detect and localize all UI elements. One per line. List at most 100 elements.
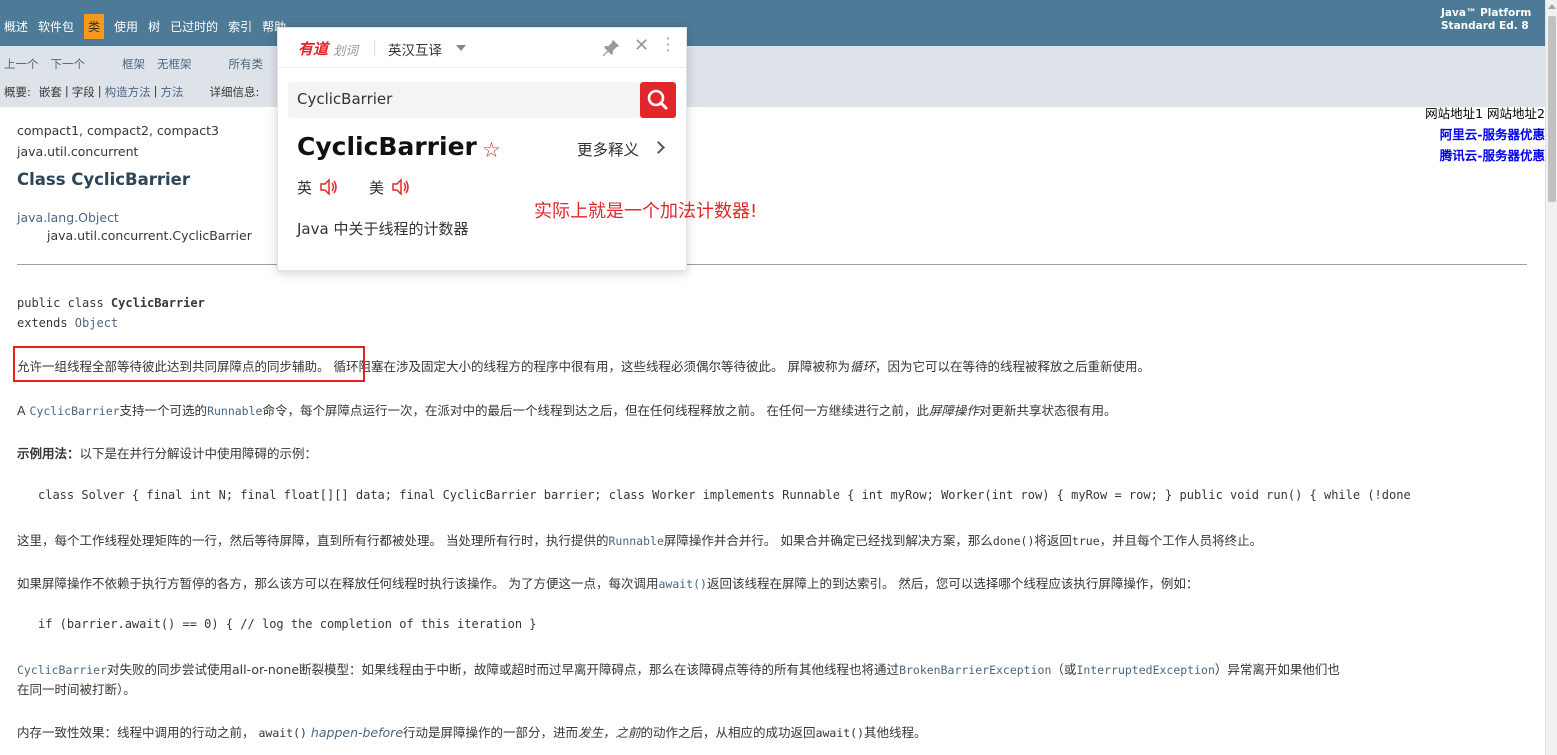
object-link[interactable]: Object [75, 316, 118, 330]
text-segment: ，并且每个工作人员将终止。 [1099, 533, 1263, 548]
search-button[interactable] [640, 82, 676, 118]
summary-row: 概要: 嵌套 | 字段 | 构造方法 | 方法 详细信息: [4, 84, 259, 100]
description-paragraph: 如果屏障操作不依赖于执行方暂停的各方，那么该方可以在释放任何线程时执行该操作。 … [17, 573, 1198, 592]
description-paragraph: CyclicBarrier对失败的同步尝试使用all-or-none断裂模型：如… [17, 659, 1340, 678]
summary-field: 字段 [71, 85, 95, 99]
nav-class[interactable]: 类 [84, 14, 105, 39]
code-link[interactable]: CyclicBarrier [17, 663, 107, 677]
definition-text: Java 中关于线程的计数器 [297, 220, 469, 238]
italic-term: 屏障操作 [928, 403, 979, 418]
decl-class-name: CyclicBarrier [110, 296, 205, 310]
code-link[interactable]: Runnable [207, 404, 262, 418]
italic-term: 循环 [849, 359, 875, 374]
nav-package[interactable]: 软件包 [38, 18, 74, 35]
pin-icon[interactable] [600, 37, 622, 59]
description-paragraph: 内存一致性效果：线程中调用的行动之前， await() happen-befor… [17, 722, 927, 741]
code-link[interactable]: CyclicBarrier [30, 404, 120, 418]
page-title: Class CyclicBarrier [17, 170, 190, 189]
description-paragraph: 这里，每个工作线程处理矩阵的一行，然后等待屏障，直到所有行都被处理。 当处理所有… [17, 530, 1262, 549]
search-icon [647, 89, 668, 110]
code-text: await() [258, 726, 307, 740]
speaker-icon[interactable] [391, 178, 411, 196]
site-address-links[interactable]: 网站地址1 网站地址2 [1425, 103, 1545, 124]
nav-deprecated[interactable]: 已过时的 [170, 18, 218, 35]
aliyun-link[interactable]: 阿里云-服务器优惠 [1425, 124, 1545, 145]
noframes-link[interactable]: 无框架 [157, 56, 192, 72]
summary-label: 概要: [4, 85, 31, 99]
text-segment: 行动是屏障操作的一部分，进而 [403, 725, 579, 740]
profiles-list: compact1, compact2, compact3 [17, 123, 219, 138]
translated-word: CyclicBarrier [297, 132, 477, 161]
text-segment: 循环阻塞在涉及固定大小的线程方的程序中很有用，这些线程必须偶尔等待彼此。 屏障被… [329, 359, 850, 374]
summary-method-link[interactable]: 方法 [161, 84, 184, 100]
star-icon[interactable]: ☆ [482, 138, 501, 162]
close-icon[interactable]: ✕ [634, 35, 649, 56]
nav-index[interactable]: 索引 [228, 18, 252, 35]
next-class-link[interactable]: 下一个 [51, 56, 86, 72]
text-segment: 内存一致性效果：线程中调用的行动之前， [17, 725, 259, 740]
separator: | [64, 84, 69, 98]
text-segment: 对更新共享状态很有用。 [978, 403, 1117, 418]
sub-nav-row: 上一个 下一个 框架 无框架 所有类 [4, 56, 263, 72]
text-segment: 屏障操作并合并行。 如果合并确定已经找到解决方案，那么 [663, 533, 993, 548]
description-paragraph-cont: 在同一时间被打断）。 [17, 682, 136, 697]
nav-overview[interactable]: 概述 [4, 18, 28, 35]
text-segment: 命令，每个屏障点运行一次，在派对中的最后一个线程到达之后，但在任何线程释放之前。… [262, 403, 929, 418]
happens-before-link[interactable]: happen-before [307, 725, 403, 740]
code-example: class Solver { final int N; final float[… [38, 488, 1411, 502]
text-segment: 对失败的同步尝试使用all-or-none断裂模型：如果线程由于中断，故障或超时… [107, 662, 900, 677]
extends-declaration: extends Object [17, 316, 118, 330]
code-link[interactable]: await() [658, 577, 706, 591]
code-link[interactable]: InterruptedException [1076, 663, 1214, 677]
youdao-translate-popup: 有道 划词 英汉互译 ✕ · · · CyclicBarrier CyclicBar… [277, 27, 687, 271]
text-segment: 返回该线程在屏障上的到达索引。 然后，您可以选择哪个线程应该执行屏障操作，例如： [706, 576, 1199, 591]
header-divider [374, 40, 375, 56]
pronunciation-us-label: 美 [369, 179, 385, 197]
text-segment: ）异常离开如果他们也 [1214, 662, 1340, 677]
separator: | [153, 84, 158, 98]
detail-label: 详细信息: [209, 85, 260, 99]
text-segment: 支持一个可选的 [119, 403, 208, 418]
chevron-right-icon[interactable] [652, 141, 665, 154]
scroll-thumb[interactable] [1548, 16, 1556, 202]
nav-tree[interactable]: 树 [148, 18, 160, 35]
decl-prefix: public class [17, 296, 111, 310]
separator: | [97, 84, 102, 98]
frames-link[interactable]: 框架 [122, 56, 145, 72]
divider [17, 264, 1527, 265]
code-link[interactable]: BrokenBarrierException [899, 663, 1051, 677]
red-highlight-box [13, 346, 365, 382]
text-segment: 的动作之后，从相应的成功返回 [640, 725, 816, 740]
summary-constructor-link[interactable]: 构造方法 [105, 84, 151, 100]
top-nav-bar: 概述 软件包 类 使用 树 已过时的 索引 帮助 Java™ Platform … [0, 0, 1545, 46]
top-nav-items: 概述 软件包 类 使用 树 已过时的 索引 帮助 [4, 14, 296, 39]
text-segment: 其他线程。 [864, 725, 927, 740]
vertical-scrollbar[interactable] [1545, 0, 1557, 755]
more-menu-icon[interactable]: · · · [664, 31, 672, 59]
text-segment: A [17, 403, 30, 418]
tencent-link[interactable]: 腾讯云-服务器优惠 [1425, 145, 1545, 166]
code-text: true [1071, 534, 1100, 548]
speaker-icon[interactable] [319, 178, 339, 196]
inherit-parent-link[interactable]: java.lang.Object [17, 210, 119, 225]
text-segment: ，因为它可以在等待的线程被释放之后重新使用。 [874, 359, 1150, 374]
ad-links: 网站地址1 网站地址2 阿里云-服务器优惠 腾讯云-服务器优惠 [1425, 103, 1545, 166]
youdao-logo-sub: 划词 [333, 43, 359, 58]
class-declaration: public class CyclicBarrier [17, 296, 205, 310]
summary-nested: 嵌套 [38, 85, 62, 99]
text-segment: 以下是在并行分解设计中使用障碍的示例： [79, 446, 318, 461]
more-definitions-link[interactable]: 更多释义 [577, 138, 639, 160]
scroll-up-icon[interactable] [1548, 4, 1556, 9]
text-segment: 将返回 [1034, 533, 1072, 548]
chevron-down-icon[interactable] [456, 45, 466, 51]
nav-use[interactable]: 使用 [114, 18, 138, 35]
text-segment: 这里，每个工作线程处理矩阵的一行，然后等待屏障，直到所有行都被处理。 当处理所有… [17, 533, 609, 548]
translate-mode-select[interactable]: 英汉互译 [388, 39, 442, 59]
prev-class-link[interactable]: 上一个 [4, 56, 39, 72]
code-example: if (barrier.await() == 0) { // log the c… [38, 617, 537, 631]
allclasses-link[interactable]: 所有类 [229, 56, 264, 72]
youdao-logo: 有道 [298, 40, 329, 58]
pronunciation-uk-label: 英 [297, 179, 313, 197]
description-paragraph: A CyclicBarrier支持一个可选的Runnable命令，每个屏障点运行… [17, 400, 1116, 419]
code-link[interactable]: Runnable [608, 534, 663, 548]
